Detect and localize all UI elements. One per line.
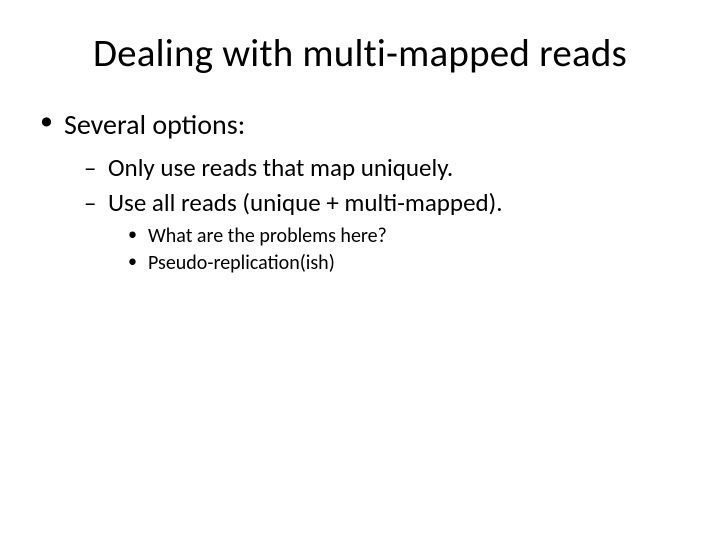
level3-group: What are the problems here? Pseudo-repli… [40, 224, 680, 275]
level2-group: Only use reads that map uniquely. Use al… [40, 152, 680, 275]
slide-title: Dealing with multi-mapped reads [40, 30, 680, 77]
bullet-level3: Pseudo-replication(ish) [40, 251, 680, 275]
slide: Dealing with multi-mapped reads Several … [0, 0, 720, 540]
bullet-level1: Several options: [40, 107, 680, 142]
bullet-level2: Only use reads that map uniquely. [40, 152, 680, 183]
bullet-level3: What are the problems here? [40, 224, 680, 248]
bullet-level2: Use all reads (unique + multi-mapped). [40, 187, 680, 218]
